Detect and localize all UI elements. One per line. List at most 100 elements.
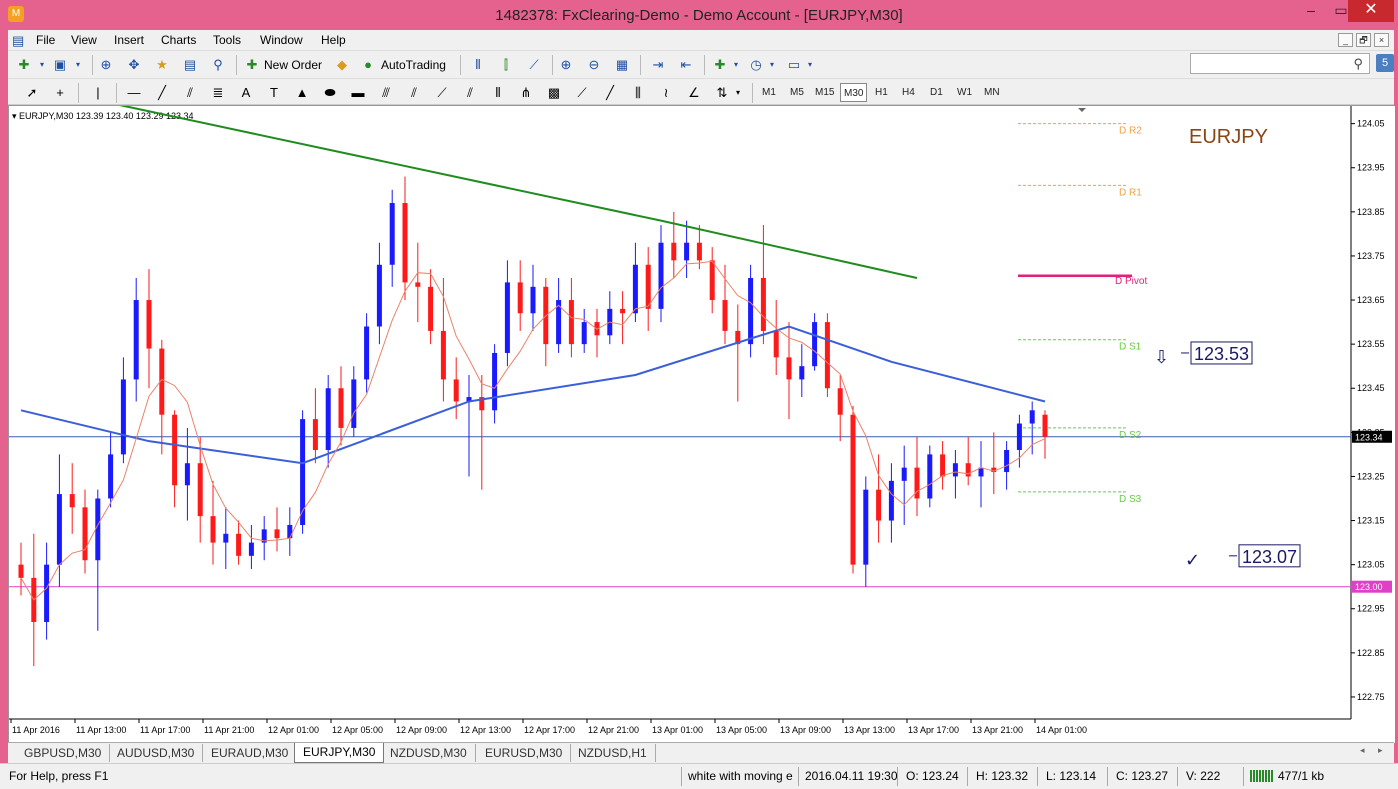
market-watch-icon[interactable]: ⊕ (96, 55, 116, 75)
document-icon[interactable]: ▤ (12, 33, 24, 49)
timeframe-m30[interactable]: M30 (840, 83, 868, 102)
time-tick-label: 12 Apr 01:00 (268, 725, 319, 735)
candle-body (274, 529, 280, 539)
text-icon[interactable]: A (236, 83, 256, 103)
toolbar-separator (552, 55, 553, 75)
angle-trendline-icon[interactable]: ∠ (684, 83, 704, 103)
horizontal-line-icon[interactable]: — (124, 83, 144, 103)
minimize-button[interactable]: ‒ (1296, 0, 1326, 22)
timeframe-w1[interactable]: W1 (954, 83, 975, 102)
timeframe-mn[interactable]: MN (981, 83, 1003, 102)
tab-euraud-m30[interactable]: EURAUD,M30 (203, 744, 298, 762)
fibonacci-channel-icon[interactable]: ⫽ (404, 83, 424, 103)
chart-shift-icon[interactable]: ⇤ (676, 55, 696, 75)
crosshair-icon[interactable]: + (50, 83, 70, 103)
tab-audusd-m30[interactable]: AUDUSD,M30 (109, 744, 204, 762)
time-tick-label: 13 Apr 09:00 (780, 725, 831, 735)
timeframe-h1[interactable]: H1 (872, 83, 891, 102)
zoom-in-icon[interactable]: ⊕ (556, 55, 576, 75)
mdi-restore-button[interactable]: 🗗 (1356, 33, 1371, 47)
fibonacci-retracement-icon[interactable]: ≣ (208, 83, 228, 103)
menu-tools[interactable]: Tools (213, 33, 241, 47)
community-button[interactable]: 5 (1376, 54, 1394, 72)
new-order-icon[interactable]: ✚ (242, 55, 262, 75)
autotrading-icon[interactable]: ● (358, 55, 378, 75)
timeframe-h4[interactable]: H4 (899, 83, 918, 102)
rectangle-icon[interactable]: ▬ (348, 83, 368, 103)
timeframe-m15[interactable]: M15 (812, 83, 837, 102)
price-tick-label: 123.65 (1357, 295, 1385, 305)
menu-insert[interactable]: Insert (114, 33, 144, 47)
menu-charts[interactable]: Charts (161, 33, 196, 47)
chart-window[interactable]: ▾ EURJPY,M30 123.39 123.40 123.29 123.34… (8, 105, 1395, 743)
fibonacci-fan-icon[interactable]: ⟋ (432, 83, 452, 103)
fibonacci-arcs-icon[interactable]: ⫽ (460, 83, 480, 103)
text-label-icon[interactable]: T (264, 83, 284, 103)
connection-status-icon[interactable] (1250, 770, 1274, 782)
profile-name[interactable]: white with moving e (688, 769, 798, 783)
status-separator (967, 767, 968, 786)
fibonacci-time-zones-icon[interactable]: ⫴ (488, 83, 508, 103)
menu-help[interactable]: Help (321, 33, 346, 47)
strategy-tester-icon[interactable]: ⚲ (208, 55, 228, 75)
candle-body (645, 264, 651, 309)
time-tick-label: 11 Apr 17:00 (140, 725, 190, 735)
tab-gbpusd-m30[interactable]: GBPUSD,M30 (16, 744, 111, 762)
auto-scroll-icon[interactable]: ⇥ (648, 55, 668, 75)
search-input[interactable]: ⚲ (1190, 53, 1370, 74)
cycle-lines-icon[interactable]: ⫼ (628, 83, 648, 103)
arrows-dropdown-icon[interactable]: ▾ (728, 83, 748, 103)
gann-line-icon[interactable]: ╱ (600, 83, 620, 103)
timeframe-m5[interactable]: M5 (787, 83, 807, 102)
tab-scroll-right-icon[interactable]: ▸ (1378, 745, 1383, 756)
navigator-icon[interactable]: ★ (152, 55, 172, 75)
time-tick-label: 13 Apr 17:00 (908, 725, 959, 735)
andrews-pitchfork-icon[interactable]: ⋔ (516, 83, 536, 103)
triangle-icon[interactable]: ▲ (292, 83, 312, 103)
new-chart-icon[interactable]: ✚ (14, 55, 34, 75)
price-chart[interactable]: ▾ EURJPY,M30 123.39 123.40 123.29 123.34… (9, 106, 1395, 743)
regression-channel-icon[interactable]: ⫻ (376, 83, 396, 103)
trendline-icon[interactable]: ╱ (152, 83, 172, 103)
autotrading-button[interactable]: AutoTrading (381, 55, 446, 75)
tab-nzdusd-h1[interactable]: NZDUSD,H1 (570, 744, 656, 762)
candle-body (760, 277, 766, 331)
indicators-dropdown-icon[interactable]: ▾ (726, 55, 746, 75)
new-chart-dropdown-icon[interactable]: ▾ (32, 55, 52, 75)
templates-dropdown-icon[interactable]: ▾ (800, 55, 820, 75)
candle-body (696, 242, 702, 261)
gann-fan-icon[interactable]: ⟋ (572, 83, 592, 103)
data-window-icon[interactable]: ✥ (124, 55, 144, 75)
elliott-wave-icon[interactable]: ≀ (656, 83, 676, 103)
search-icon[interactable]: ⚲ (1353, 56, 1363, 72)
tab-eurjpy-m30[interactable]: EURJPY,M30 (294, 743, 385, 763)
metaeditor-icon[interactable]: ◆ (332, 55, 352, 75)
tab-scroll-left-icon[interactable]: ◂ (1360, 745, 1365, 756)
price-tick-label: 123.25 (1357, 471, 1385, 481)
terminal-icon[interactable]: ▤ (180, 55, 200, 75)
vertical-line-icon[interactable]: | (88, 83, 108, 103)
gann-grid-icon[interactable]: ▩ (544, 83, 564, 103)
tile-windows-icon[interactable]: ▦ (612, 55, 632, 75)
timeframe-d1[interactable]: D1 (927, 83, 946, 102)
profiles-dropdown-icon[interactable]: ▾ (68, 55, 88, 75)
profiles-icon[interactable]: ▣ (50, 55, 70, 75)
equidistant-channel-icon[interactable]: ⫽ (180, 83, 200, 103)
line-chart-icon[interactable]: ⟋ (524, 55, 544, 75)
candlestick-chart-icon[interactable]: ⫿ (496, 55, 516, 75)
ellipse-icon[interactable]: ⬬ (320, 83, 340, 103)
timeframe-m1[interactable]: M1 (759, 83, 779, 102)
menu-window[interactable]: Window (260, 33, 303, 47)
bar-chart-icon[interactable]: ⫴ (468, 55, 488, 75)
tab-eurusd-m30[interactable]: EURUSD,M30 (477, 744, 572, 762)
cursor-icon[interactable]: ➚ (22, 83, 42, 103)
periods-dropdown-icon[interactable]: ▾ (762, 55, 782, 75)
new-order-button[interactable]: New Order (264, 55, 322, 75)
menu-view[interactable]: View (71, 33, 97, 47)
mdi-close-button[interactable]: × (1374, 33, 1389, 47)
menu-file[interactable]: File (36, 33, 55, 47)
tab-nzdusd-m30[interactable]: NZDUSD,M30 (382, 744, 476, 762)
close-button[interactable]: ✕ (1348, 0, 1394, 22)
zoom-out-icon[interactable]: ⊖ (584, 55, 604, 75)
mdi-minimize-button[interactable]: _ (1338, 33, 1353, 47)
